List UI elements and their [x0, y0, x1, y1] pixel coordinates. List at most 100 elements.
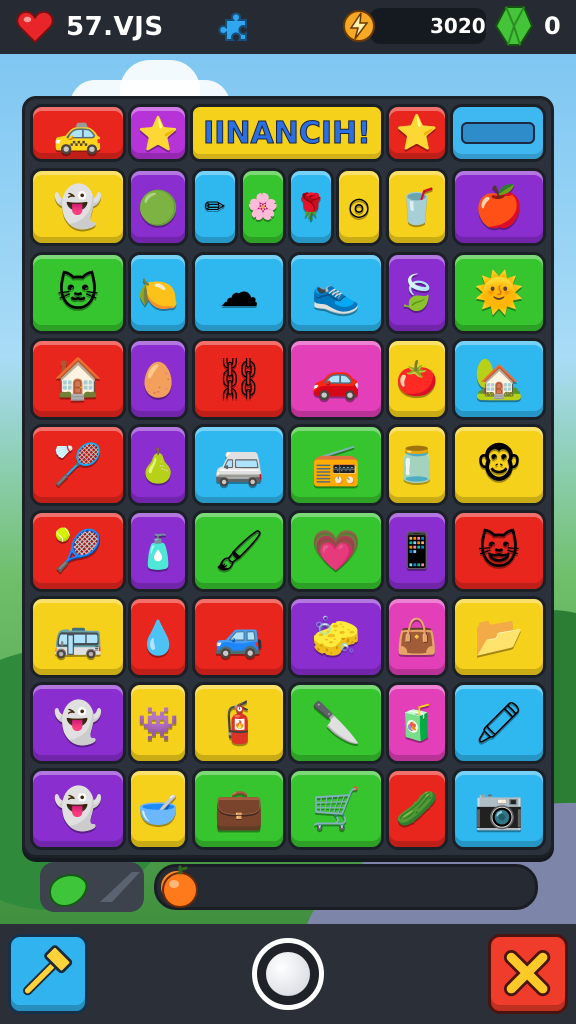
ghost-icon: 👻	[53, 184, 103, 230]
tile[interactable]: 🚌	[30, 596, 126, 678]
car-icon: 🚕	[53, 110, 103, 156]
close-button[interactable]	[488, 934, 568, 1014]
tile[interactable]: 🌸	[240, 168, 286, 246]
tile[interactable]: 👾	[128, 682, 188, 764]
tile[interactable]: ✏	[192, 168, 238, 246]
tile[interactable]: 💼	[192, 768, 286, 850]
score-value: 3020	[430, 14, 486, 38]
tile[interactable]: ⭐	[386, 104, 448, 162]
hammer-icon	[23, 945, 73, 996]
tile[interactable]: 🐵	[452, 424, 546, 506]
tile[interactable]: ◎	[336, 168, 382, 246]
tile[interactable]: 🛒	[288, 768, 384, 850]
tile[interactable]: 🏡	[452, 338, 546, 420]
case-icon: 💼	[214, 786, 264, 832]
tile[interactable]: 📂	[452, 596, 546, 678]
tile[interactable]: 👟	[288, 252, 384, 334]
ghost-icon: 👻	[53, 700, 103, 746]
tile[interactable]: 🚗	[288, 338, 384, 420]
tile[interactable]: 📻	[288, 424, 384, 506]
balloon-icon: 🟢	[137, 187, 179, 227]
cat-face-icon: 😺	[478, 528, 520, 574]
close-icon	[503, 949, 551, 997]
shuffle-button[interactable]	[252, 938, 324, 1010]
tile[interactable]: 🧴	[128, 510, 188, 592]
tile[interactable]: 📱	[386, 510, 448, 592]
home-icon: 🏡	[474, 356, 524, 402]
gem-count: 0	[544, 12, 561, 40]
cloud-icon: ☁	[219, 270, 259, 316]
hammer-button[interactable]	[8, 934, 88, 1014]
tile[interactable]: 🌞	[452, 252, 546, 334]
bean-icon	[48, 872, 140, 908]
tile[interactable]: 🍋	[128, 252, 188, 334]
tile[interactable]: 🏠	[30, 338, 126, 420]
eraser-icon: 🧽	[311, 614, 361, 660]
tile[interactable]: 😺	[452, 510, 546, 592]
ghost-icon: 👻	[53, 786, 103, 832]
fruit-icon: 🍎	[474, 184, 524, 230]
power-slot[interactable]	[450, 104, 546, 162]
tile[interactable]: 🍎	[452, 168, 546, 246]
sun-icon: 🌞	[474, 270, 524, 316]
tile[interactable]: 💗	[288, 510, 384, 592]
knife-icon: 🔪	[311, 700, 361, 746]
tile[interactable]: ⛓	[192, 338, 286, 420]
heart-icon: 💗	[311, 528, 361, 574]
leaf-icon: 🍃	[395, 272, 439, 313]
tile[interactable]: 🐱	[30, 252, 126, 334]
tile[interactable]: 🚙	[192, 596, 286, 678]
tile[interactable]: 🥣	[128, 768, 188, 850]
orange-icon	[162, 865, 198, 908]
tennis-racket-icon: 🎾	[53, 528, 103, 574]
puzzle-icon[interactable]	[218, 8, 254, 44]
tile[interactable]: 🔪	[288, 682, 384, 764]
roller-icon: 🧯	[214, 700, 264, 746]
tile[interactable]: 🚕	[30, 104, 126, 162]
tile[interactable]: 🧽	[288, 596, 384, 678]
tile[interactable]: 👻	[30, 682, 126, 764]
bus-icon: 🚌	[53, 614, 103, 660]
tile[interactable]: 🌹	[288, 168, 334, 246]
tile[interactable]: ☁	[192, 252, 286, 334]
tile[interactable]: ⭐	[128, 104, 188, 162]
board-title: IINANCIH!	[203, 115, 372, 151]
van-icon: 🚐	[214, 442, 264, 488]
egg-icon: 🥚	[137, 359, 179, 399]
gem-icon[interactable]	[494, 4, 534, 48]
tile[interactable]: 🎾	[30, 510, 126, 592]
rose-icon: 🌹	[295, 192, 327, 222]
brush-icon: 🖌	[213, 528, 265, 574]
cart-icon: 🛒	[311, 786, 361, 832]
tile[interactable]: 🥚	[128, 338, 188, 420]
handcuffs-icon: ⛓	[213, 356, 265, 402]
house-icon: 🏠	[53, 356, 103, 402]
tile[interactable]: 🏸	[30, 424, 126, 506]
folder-icon: 📂	[474, 614, 524, 660]
tile[interactable]: 📷	[452, 768, 546, 850]
pepper-icon: 🥒	[395, 788, 439, 829]
tile[interactable]: 👜	[386, 596, 448, 678]
tile[interactable]: 👻	[30, 168, 126, 246]
tile[interactable]: 🫙	[386, 424, 448, 506]
tile[interactable]: 🧃	[386, 682, 448, 764]
lives-counter: 57.VJS	[66, 12, 164, 42]
tile[interactable]: 🟢	[128, 168, 188, 246]
shuffle-button-icon	[266, 952, 310, 996]
tile[interactable]: 🍃	[386, 252, 448, 334]
crayon-icon: 🖍	[473, 700, 525, 746]
drop-icon: 💧	[137, 617, 179, 657]
tile[interactable]: 🖍	[452, 682, 546, 764]
jar-icon: 🫙	[395, 444, 439, 485]
tile[interactable]: 🚐	[192, 424, 286, 506]
tile[interactable]: 👻	[30, 768, 126, 850]
tile[interactable]: 🍐	[128, 424, 188, 506]
tile[interactable]: 💧	[128, 596, 188, 678]
cat-icon: 🐱	[57, 270, 99, 316]
tile[interactable]: 🥤	[386, 168, 448, 246]
tile[interactable]: 🖌	[192, 510, 286, 592]
tile[interactable]: 🍅	[386, 338, 448, 420]
tile[interactable]: 🧯	[192, 682, 286, 764]
title-banner: IINANCIH!	[190, 104, 384, 162]
tile[interactable]: 🥒	[386, 768, 448, 850]
